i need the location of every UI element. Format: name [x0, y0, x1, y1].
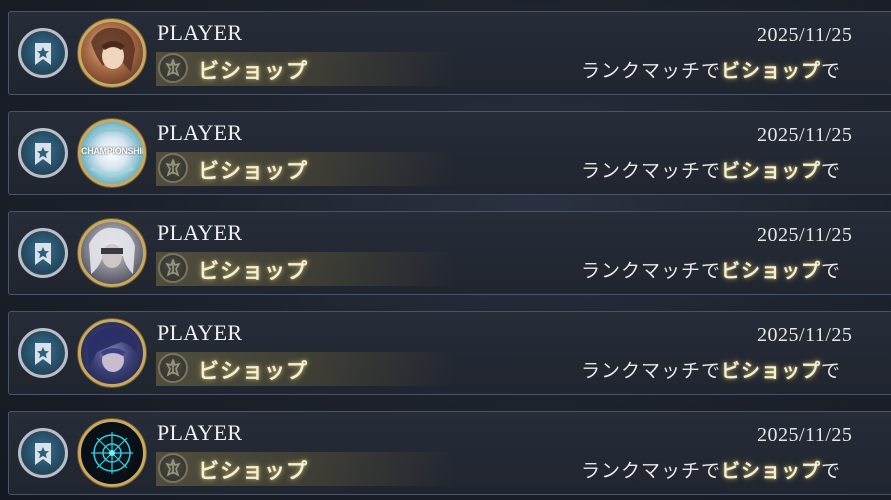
- bishop-class-icon: [158, 153, 188, 183]
- player-avatar[interactable]: [78, 219, 146, 287]
- match-description: ランクマッチでビショップで: [581, 356, 841, 383]
- match-date: 2025/11/25: [757, 324, 853, 346]
- player-avatar[interactable]: [78, 319, 146, 387]
- star-bookmark-icon: [35, 243, 51, 265]
- desc-prefix: ランクマッチで: [581, 60, 722, 82]
- star-bookmark-icon: [35, 43, 51, 65]
- desc-prefix: ランクマッチで: [581, 460, 722, 482]
- player-avatar[interactable]: [78, 19, 146, 87]
- class-name: ビショップ: [198, 59, 308, 83]
- player-avatar[interactable]: CHAMPIONSHIP: [78, 119, 146, 187]
- star-bookmark-icon: [35, 343, 51, 365]
- desc-suffix: で: [821, 160, 842, 182]
- desc-highlight: ビショップ: [721, 260, 822, 282]
- history-row[interactable]: PLAYER ビショップ 2025/11/25 ランクマッチでビショップで: [8, 411, 891, 495]
- desc-prefix: ランクマッチで: [581, 160, 722, 182]
- history-row[interactable]: PLAYER ビショップ 2025/11/25 ランクマッチでビショップで: [8, 11, 891, 95]
- bishop-class-icon: [158, 453, 188, 483]
- desc-suffix: で: [821, 360, 842, 382]
- desc-suffix: で: [821, 460, 842, 482]
- match-description: ランクマッチでビショップで: [581, 256, 841, 283]
- class-name: ビショップ: [198, 359, 308, 383]
- desc-highlight: ビショップ: [721, 60, 822, 82]
- match-date: 2025/11/25: [757, 124, 853, 146]
- match-description: ランクマッチでビショップで: [581, 456, 841, 483]
- bishop-class-icon: [158, 353, 188, 383]
- class-banner: ビショップ: [156, 52, 456, 86]
- player-name: PLAYER: [157, 320, 243, 345]
- favorite-button[interactable]: [18, 128, 68, 178]
- bishop-class-icon: [158, 53, 188, 83]
- favorite-button[interactable]: [18, 228, 68, 278]
- class-name: ビショップ: [198, 459, 308, 483]
- cyan-sigil-icon: [91, 432, 133, 474]
- class-banner: ビショップ: [156, 252, 456, 286]
- match-date: 2025/11/25: [757, 24, 853, 46]
- character-portrait-icon: [89, 227, 135, 274]
- desc-highlight: ビショップ: [721, 160, 822, 182]
- player-name: PLAYER: [157, 20, 243, 45]
- favorite-button[interactable]: [18, 428, 68, 478]
- favorite-button[interactable]: [18, 328, 68, 378]
- character-portrait-icon: [87, 327, 138, 372]
- player-name: PLAYER: [157, 120, 243, 145]
- match-date: 2025/11/25: [757, 424, 853, 446]
- match-description: ランクマッチでビショップで: [581, 156, 841, 183]
- desc-suffix: で: [821, 60, 842, 82]
- history-row[interactable]: PLAYER ビショップ 2025/11/25 ランクマッチでビショップで: [8, 311, 891, 395]
- desc-highlight: ビショップ: [721, 360, 822, 382]
- class-banner: ビショップ: [156, 352, 456, 386]
- match-description: ランクマッチでビショップで: [581, 56, 841, 83]
- desc-prefix: ランクマッチで: [581, 360, 722, 382]
- class-banner: ビショップ: [156, 152, 456, 186]
- desc-prefix: ランクマッチで: [581, 260, 722, 282]
- player-name: PLAYER: [157, 220, 243, 245]
- history-row[interactable]: CHAMPIONSHIP PLAYER ビショップ 2025/11/25 ランク…: [8, 111, 891, 195]
- player-name: PLAYER: [157, 420, 243, 445]
- player-avatar[interactable]: [78, 419, 146, 487]
- history-list: PLAYER ビショップ 2025/11/25 ランクマッチでビショップで CH…: [0, 0, 891, 500]
- class-name: ビショップ: [198, 159, 308, 183]
- history-row[interactable]: PLAYER ビショップ 2025/11/25 ランクマッチでビショップで: [8, 211, 891, 295]
- desc-suffix: で: [821, 260, 842, 282]
- match-date: 2025/11/25: [757, 224, 853, 246]
- class-banner: ビショップ: [156, 452, 456, 486]
- star-bookmark-icon: [35, 443, 51, 465]
- character-portrait-icon: [91, 27, 135, 72]
- desc-highlight: ビショップ: [721, 460, 822, 482]
- star-bookmark-icon: [35, 143, 51, 165]
- favorite-button[interactable]: [18, 28, 68, 78]
- avatar-label: CHAMPIONSHIP: [81, 146, 146, 156]
- bishop-class-icon: [158, 253, 188, 283]
- class-name: ビショップ: [198, 259, 308, 283]
